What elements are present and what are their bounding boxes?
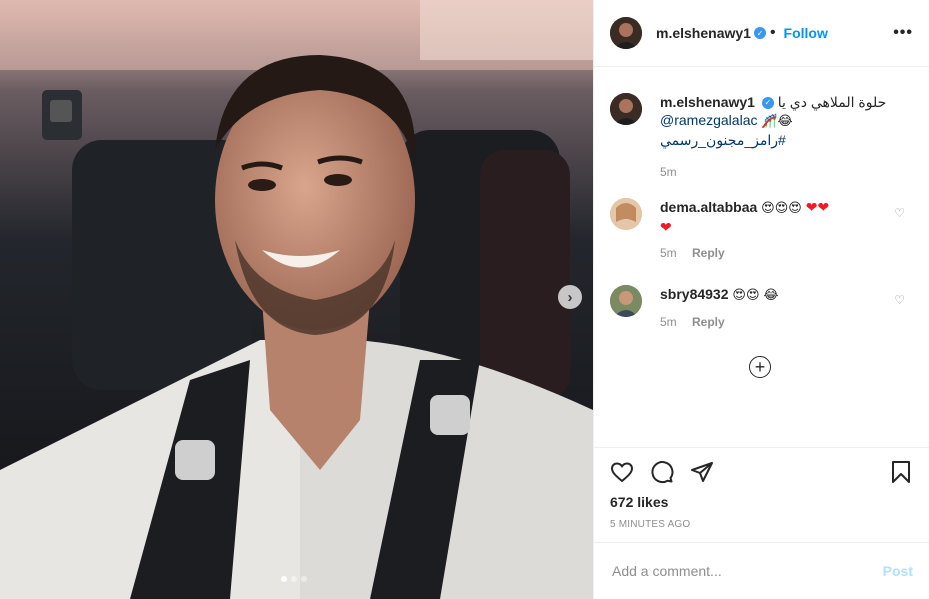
avatar-image: [610, 17, 642, 49]
carousel-dot: [291, 576, 297, 582]
author-avatar[interactable]: [610, 17, 642, 49]
comment-item: dema.altabbaa 😍😍😍 ❤❤ ❤ 5m Reply ♡: [610, 198, 913, 262]
comment-item: sbry84932 😍😍 😂 5m Reply ♡: [610, 285, 913, 331]
share-icon[interactable]: [690, 460, 714, 489]
comment-emojis: 😍😍😍: [761, 201, 802, 216]
comment-time: 5m: [660, 315, 677, 329]
caption-username[interactable]: m.elshenawy1: [660, 94, 755, 110]
post-photo[interactable]: ›: [0, 0, 593, 599]
carousel-dot: [301, 576, 307, 582]
comment-icon[interactable]: [650, 460, 674, 489]
post-actions: 672 likes 5 MINUTES AGO: [594, 447, 929, 542]
comment-emojis: 😍😍: [732, 288, 760, 303]
reply-button[interactable]: Reply: [692, 246, 725, 260]
commenter-avatar[interactable]: [610, 285, 642, 317]
caption: m.elshenawy1 ✓ حلوة الملاهي دي يا @ramez…: [610, 93, 913, 181]
bookmark-icon[interactable]: [889, 460, 913, 489]
avatar-image: [610, 285, 642, 317]
heart-emoji: ❤❤: [805, 199, 830, 215]
commenter-username[interactable]: dema.altabbaa: [660, 199, 757, 215]
post-header: m.elshenawy1 ✓ • Follow •••: [594, 0, 929, 67]
likes-count[interactable]: 672 likes: [610, 494, 668, 510]
commenter-username[interactable]: sbry84932: [660, 286, 729, 302]
comments-section: m.elshenawy1 ✓ حلوة الملاهي دي يا @ramez…: [594, 67, 929, 447]
caption-emoji: 🎢😂: [761, 114, 793, 129]
verified-badge-icon: ✓: [753, 27, 766, 39]
carousel-dots: [281, 576, 307, 582]
comment-time: 5m: [660, 246, 677, 260]
post-time: 5 MINUTES AGO: [610, 519, 691, 530]
follow-button[interactable]: Follow: [784, 25, 828, 41]
heart-icon[interactable]: [610, 460, 634, 489]
caption-hashtag[interactable]: #رامز_مجنون_رسمي: [660, 132, 786, 148]
author-avatar[interactable]: [610, 93, 642, 125]
like-comment-heart-icon[interactable]: ♡: [894, 293, 905, 307]
post-sidebar: m.elshenawy1 ✓ • Follow ••• m.elshenawy1…: [593, 0, 929, 599]
more-options-icon[interactable]: •••: [893, 24, 913, 42]
author-username[interactable]: m.elshenawy1: [656, 25, 751, 41]
avatar-image: [610, 93, 642, 125]
photo-image: [0, 0, 593, 599]
load-more-comments-button[interactable]: +: [749, 356, 771, 378]
caption-text: حلوة الملاهي دي يا: [777, 94, 887, 110]
reply-button[interactable]: Reply: [692, 315, 725, 329]
comment-input[interactable]: [610, 562, 883, 580]
chevron-right-icon: ›: [567, 288, 573, 306]
comment-emoji-extra: 😂: [763, 288, 779, 303]
like-comment-heart-icon[interactable]: ♡: [894, 206, 905, 220]
commenter-avatar[interactable]: [610, 198, 642, 230]
separator-dot: •: [769, 24, 776, 41]
verified-badge-icon: ✓: [761, 97, 774, 110]
post-comment-button[interactable]: Post: [883, 563, 913, 579]
plus-circle-icon: +: [754, 357, 766, 377]
avatar-image: [610, 198, 642, 230]
heart-emoji: ❤: [660, 219, 672, 235]
caption-mention[interactable]: @ramezgalalac: [660, 112, 757, 128]
next-photo-button[interactable]: ›: [558, 285, 582, 309]
comment-composer: Post: [594, 542, 929, 599]
caption-time: 5m: [660, 165, 677, 179]
carousel-dot: [281, 576, 287, 582]
